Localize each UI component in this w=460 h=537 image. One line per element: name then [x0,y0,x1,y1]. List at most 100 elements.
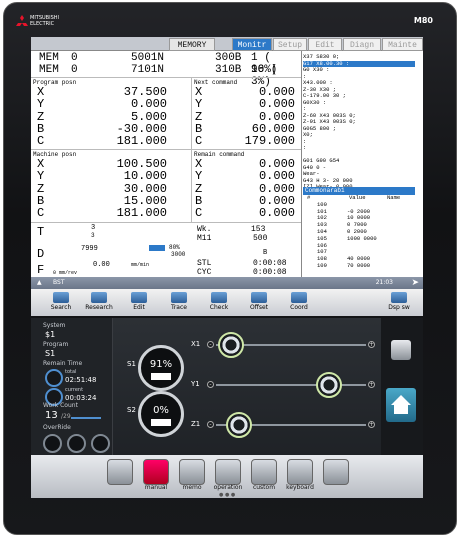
axis-value: 30.000 [123,181,167,196]
axis-value: 0.000 [258,181,295,196]
spindle-s2-percent: 0% [153,405,169,416]
tab-diagn[interactable]: Diagn [343,38,381,51]
fkey-dsp-sw[interactable]: Dsp sw [379,289,419,316]
axis-name: Z [37,109,45,124]
tab-mainte[interactable]: Mainte [382,38,423,51]
tab-setup[interactable]: Setup [273,38,307,51]
dock-custom[interactable] [251,459,277,485]
axis-row: B 0.000 [195,195,295,207]
col-name: Name [387,194,401,201]
program-list[interactable]: X37 S830 0; G17 X8.00.30 : G0 X30 :: X43.00… [303,53,415,156]
window-icon[interactable] [391,340,411,360]
mitsubishi-logo-icon [16,15,28,26]
dock-memo[interactable] [179,459,205,485]
remain-time-caption: Remain Time [43,360,83,367]
fkey-icon [211,292,227,303]
common-row[interactable]: 109 70 0000 [303,261,415,270]
memory-field: 0 [71,52,78,64]
axis-slider-label: Y1 [191,380,200,388]
total-timer-icon [45,369,63,387]
fkey-label: Research [85,304,113,311]
function-key-bar: Search Research Edit Trace Check Offset Coord D… [31,289,423,316]
override-dial-3[interactable] [91,434,110,453]
d-label: D [37,247,45,261]
fkey-label: Trace [171,304,187,311]
axis-value: 181.000 [116,206,167,221]
axis-name: B [37,193,45,208]
minus-icon[interactable]: - [207,421,214,428]
axis-value: 0.000 [258,169,295,184]
divider [31,222,301,223]
spindle-s1-gauge[interactable]: 91% [138,345,184,391]
divider [31,77,301,78]
axis-name: Y [37,97,45,112]
fkey-coord[interactable]: Coord [279,289,319,316]
axis-position-knob[interactable] [225,412,252,438]
axis-row: Z 30.000 [37,183,167,195]
m11-label: M11 [197,234,212,243]
override-dial-1[interactable] [43,434,62,453]
minus-icon[interactable]: - [207,381,214,388]
fkey-offset[interactable]: Offset [239,289,279,316]
mode-indicator: MEMORY [169,38,215,51]
spindle-s2-gauge[interactable]: 0% [138,391,184,437]
program-caption: Program [43,341,69,348]
clock: 21:03 [375,279,393,286]
axis-row: B 15.000 [37,195,167,207]
memory-field: MEM [39,52,59,64]
axis-row: C 181.000 [37,135,167,147]
axis-position-knob[interactable] [315,372,342,398]
var-value: 70 0000 [347,261,371,269]
fkey-edit[interactable]: Edit [119,289,159,316]
fkey-icon [391,292,407,303]
fkey-research[interactable]: Research [79,289,119,316]
axis-value: -30.000 [116,121,167,136]
nc-screen: MEMORY Monitr Setup Edit Diagn Mainte ME… [31,37,423,316]
home-icon[interactable] [386,388,416,422]
minus-icon[interactable]: - [207,341,214,348]
var-number: 109 [317,261,327,269]
arrow-right-icon[interactable]: ➤ [411,277,419,289]
axis-slider-label: X1 [191,340,201,348]
dock-blank[interactable] [107,459,133,485]
axis-value: 181.000 [116,134,167,149]
axis-value: 0.000 [258,97,295,112]
axis-row: B -30.000 [37,123,167,135]
axis-name: Z [195,181,203,196]
spindle-load-value: 80% [169,244,180,251]
fkey-trace[interactable]: Trace [159,289,199,316]
program-line[interactable]: : [303,144,415,152]
fkey-label: Edit [133,304,145,311]
fkey-search[interactable]: Search [41,289,81,316]
stl-label: STL [197,259,212,268]
system-caption: System [43,322,66,329]
dock-keyboard[interactable] [287,459,313,485]
b-label: B [263,249,268,257]
work-count-caption: Work Count [43,402,78,409]
wk-label: Wk. [197,225,212,234]
tab-monitor[interactable]: Monitr [232,38,272,51]
tab-edit[interactable]: Edit [308,38,342,51]
dock-operation[interactable] [215,459,241,485]
dock-manual[interactable] [143,459,169,485]
axis-row: Z 5.000 [37,111,167,123]
axis-name: Y [195,169,203,184]
axis-name: Y [195,97,203,112]
override-dial-2[interactable] [67,434,86,453]
axis-track[interactable] [216,384,366,386]
work-count-value: 13 [45,410,58,421]
axis-name: Z [195,109,203,124]
axis-name: B [195,121,203,136]
fkey-blank[interactable] [319,289,359,316]
plus-icon[interactable]: + [368,381,375,388]
axis-row: X 0.000 [195,86,295,98]
axis-row: Z 0.000 [195,183,295,195]
fkey-check[interactable]: Check [199,289,239,316]
axis-position-knob[interactable] [218,332,244,358]
arrow-up-icon[interactable]: ▲ [37,277,42,289]
col-value: Value [349,194,366,201]
plus-icon[interactable]: + [368,421,375,428]
common-variables-panel: Commonarab1 # Value Name 100 101 -0 2000 10… [303,187,415,277]
plus-icon[interactable]: + [368,341,375,348]
dock-blank[interactable] [323,459,349,485]
